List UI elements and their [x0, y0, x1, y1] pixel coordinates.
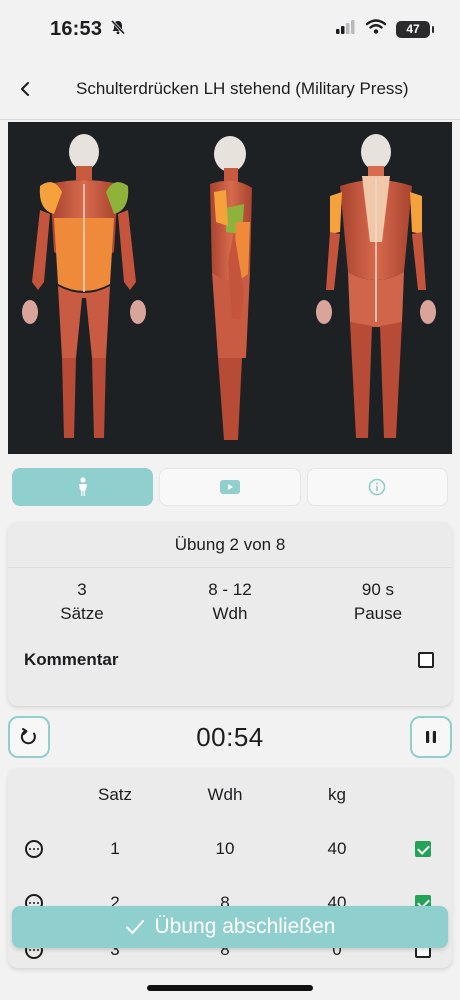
info-icon [369, 478, 386, 496]
bell-muted-icon [110, 19, 126, 40]
view-tabs [8, 462, 452, 512]
header: Schulterdrücken LH stehend (Military Pre… [0, 58, 460, 120]
sets-table-header: Satz Wdh kg [8, 768, 452, 822]
timer-value: 00:54 [196, 721, 264, 752]
set-weight[interactable]: 40 [280, 839, 394, 859]
tab-info[interactable] [306, 468, 448, 506]
set-number: 1 [110, 839, 120, 858]
comment-row: Kommentar [24, 650, 434, 670]
reset-icon [20, 728, 36, 745]
back-figure [316, 134, 436, 438]
stat-pause-label: Pause [353, 604, 403, 623]
page-title: Schulterdrücken LH stehend (Military Pre… [76, 78, 409, 98]
stat-sets-label: Sätze [60, 604, 104, 623]
finish-exercise-button[interactable]: Übung abschließen [12, 906, 448, 948]
stat-reps-value: 8 - 12 [208, 580, 252, 599]
stat-reps: 8 - 12 Wdh [165, 578, 295, 626]
muscle-anatomy-image [8, 122, 452, 454]
stat-sets: 3 Sätze [17, 578, 147, 626]
finish-exercise-label: Übung abschließen [154, 915, 336, 938]
checkmark-icon [125, 920, 144, 934]
exercise-count: Übung 2 von 8 [8, 522, 452, 568]
column-header-reps: Wdh [207, 785, 243, 804]
column-header-weight: kg [328, 785, 346, 804]
battery-icon: 47 [396, 20, 434, 38]
exercise-stats: 3 Sätze 8 - 12 Wdh 90 s Pause [8, 568, 452, 626]
front-figure [22, 134, 146, 438]
set-reps[interactable]: 10 [170, 839, 280, 859]
column-header-set: Satz [97, 785, 133, 804]
exercise-info-card: Übung 2 von 8 3 Sätze 8 - 12 Wdh 90 s Pa… [8, 522, 452, 706]
stat-pause: 90 s Pause [313, 578, 443, 626]
back-button[interactable] [0, 58, 50, 120]
status-time: 16:53 [50, 17, 103, 40]
wifi-icon [365, 19, 387, 39]
side-figure [210, 136, 252, 440]
rest-timer: 00:54 [8, 716, 452, 758]
play-video-icon [219, 480, 240, 494]
table-row: 1 10 40 [8, 822, 452, 876]
stat-pause-value: 90 s [361, 580, 395, 599]
cellular-icon [336, 19, 356, 39]
chevron-left-icon [21, 81, 29, 96]
tab-video[interactable] [159, 468, 301, 506]
comment-label: Kommentar [24, 650, 119, 669]
stat-sets-value: 3 [77, 580, 87, 599]
stat-reps-label: Wdh [212, 604, 248, 623]
person-icon [78, 477, 87, 496]
pause-timer-button[interactable] [409, 716, 452, 758]
comment-checkbox[interactable] [418, 652, 434, 668]
more-options-icon[interactable] [25, 840, 43, 858]
reset-timer-button[interactable] [8, 716, 50, 758]
set-done-checkbox[interactable] [415, 841, 431, 857]
status-bar: 16:53 47 [0, 0, 460, 58]
pause-icon [425, 731, 436, 743]
home-indicator [147, 985, 313, 991]
tab-muscles[interactable] [12, 468, 154, 506]
